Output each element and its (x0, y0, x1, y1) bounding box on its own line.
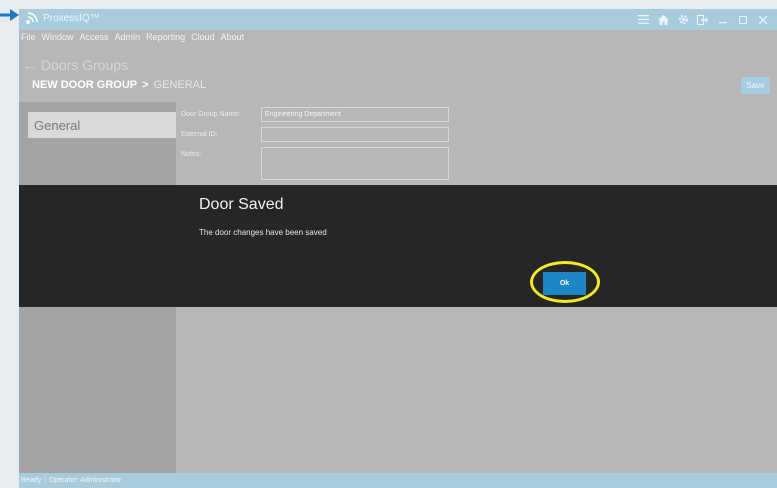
breadcrumb-new-door-group: NEW DOOR GROUP (32, 79, 138, 91)
menu-icon[interactable] (633, 12, 653, 27)
dialog-message: The door changes have been saved (199, 228, 327, 237)
status-bar: Ready | Operator: Administrator (19, 473, 777, 488)
title-bar: ProxessIQ™ (19, 9, 777, 30)
notes-label: Notes: (181, 151, 202, 158)
menu-admin[interactable]: Admin (113, 30, 145, 44)
menu-access[interactable]: Access (78, 30, 113, 44)
breadcrumb-general: GENERAL (153, 79, 207, 91)
status-state: Ready (21, 477, 42, 484)
menu-window[interactable]: Window (40, 30, 78, 44)
gear-icon[interactable] (673, 12, 693, 27)
menu-bar: File Window Access Admin Reporting Cloud… (19, 30, 777, 44)
app-logo-icon (26, 12, 38, 24)
maximize-icon[interactable] (733, 12, 753, 27)
minimize-icon[interactable] (713, 12, 733, 27)
menu-about[interactable]: About (219, 30, 249, 44)
status-divider: | (44, 477, 47, 484)
save-button[interactable]: Save (741, 77, 770, 94)
menu-cloud[interactable]: Cloud (189, 30, 219, 44)
external-id-label: External ID: (181, 131, 218, 138)
logout-icon[interactable] (693, 12, 713, 27)
breadcrumb-separator: > (142, 79, 149, 91)
home-icon[interactable] (653, 12, 673, 27)
breadcrumb: NEW DOOR GROUP > GENERAL (32, 79, 206, 91)
sidebar-item-general[interactable]: General (28, 112, 176, 138)
notes-textarea[interactable] (261, 147, 449, 180)
app-window: ProxessIQ™ File Window Access Admin Repo… (19, 9, 777, 488)
door-saved-dialog: Door Saved The door changes have been sa… (19, 185, 777, 307)
door-group-name-input[interactable]: Engineering Department (261, 107, 449, 122)
pointer-arrow-icon (0, 9, 19, 21)
ok-button[interactable]: Ok (543, 272, 586, 295)
external-id-input[interactable] (261, 127, 449, 142)
back-to-doors-groups-link[interactable]: ← Doors Groups (23, 57, 128, 73)
menu-reporting[interactable]: Reporting (144, 30, 189, 44)
status-operator: Operator: Administrator (49, 477, 122, 484)
door-group-name-label: Door Group Name: (181, 111, 241, 118)
dialog-title: Door Saved (199, 196, 284, 213)
close-icon[interactable] (753, 12, 773, 27)
menu-file[interactable]: File (19, 30, 40, 44)
app-title: ProxessIQ™ (43, 13, 100, 24)
